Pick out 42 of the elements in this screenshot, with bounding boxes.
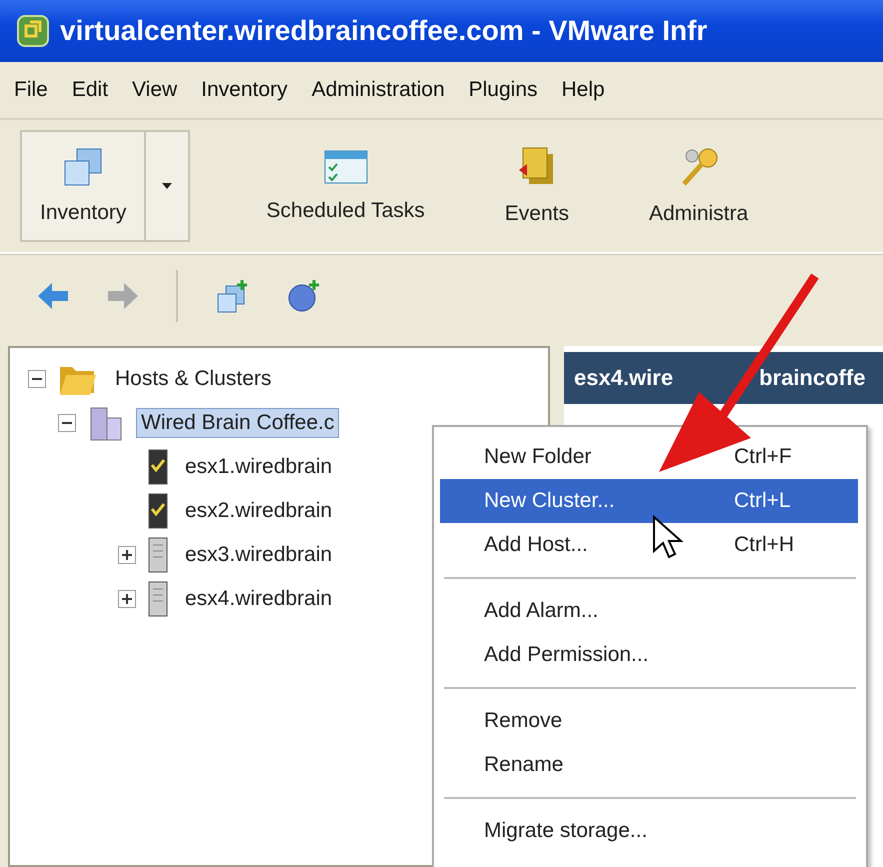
collapse-icon[interactable]	[28, 370, 46, 388]
collapse-icon[interactable]	[58, 414, 76, 432]
menu-item[interactable]: Administration	[312, 78, 445, 102]
menu-option[interactable]: Add Alarm...	[440, 589, 858, 633]
menu-option[interactable]: Add Host... Ctrl+H	[440, 523, 858, 567]
menu-option[interactable]: Migrate storage...	[440, 809, 858, 853]
toolbar-button[interactable]: Administra	[628, 130, 768, 242]
tree-item[interactable]: Hosts & Clusters	[110, 364, 276, 394]
toolbar-button[interactable]: Inventory	[20, 130, 146, 242]
tree-item[interactable]: esx1.wiredbrain	[180, 452, 338, 482]
server-check-icon	[148, 493, 168, 529]
menu-item[interactable]: Inventory	[201, 78, 288, 102]
menu-option[interactable]: Rename	[440, 743, 858, 787]
caret-icon	[161, 182, 174, 190]
menu-item[interactable]: Edit	[72, 78, 108, 102]
tree-item[interactable]: esx2.wiredbrain	[180, 496, 338, 526]
toolbar-button[interactable]: Events	[484, 130, 589, 242]
back-arrow-icon[interactable]	[36, 281, 70, 311]
menu-item[interactable]: Plugins	[468, 78, 538, 102]
server-icon	[148, 537, 168, 573]
toolbar-button[interactable]: Scheduled Tasks	[246, 130, 445, 242]
menu-option[interactable]: Add Permission...	[440, 633, 858, 677]
server-check-icon	[148, 449, 168, 485]
detail-header: esx4.wire	[574, 365, 674, 391]
calendar-check-icon	[322, 149, 369, 185]
window-title: virtualcenter.wiredbraincoffee.com - VMware Infr	[60, 15, 708, 47]
add-globe-icon[interactable]	[286, 278, 322, 314]
menu-option[interactable]: Remove	[440, 699, 858, 743]
tree-item[interactable]: esx4.wiredbrain	[180, 584, 338, 614]
tree-item[interactable]: Wired Brain Coffee.c	[136, 408, 340, 438]
menu-option[interactable]: New Cluster... Ctrl+L	[440, 479, 858, 523]
detail-header: braincoffe	[759, 365, 866, 391]
menu-option[interactable]: New Folder Ctrl+F	[440, 435, 858, 479]
menu-item[interactable]: View	[132, 78, 178, 102]
tree-item[interactable]: esx3.wiredbrain	[180, 540, 338, 570]
expand-icon[interactable]	[118, 590, 136, 608]
app-logo-icon	[16, 14, 50, 48]
mouse-pointer-icon	[652, 515, 686, 561]
server-icon	[148, 581, 168, 617]
menu-item[interactable]: Help	[562, 78, 605, 102]
expand-icon[interactable]	[118, 546, 136, 564]
menu-item[interactable]: File	[14, 78, 48, 102]
